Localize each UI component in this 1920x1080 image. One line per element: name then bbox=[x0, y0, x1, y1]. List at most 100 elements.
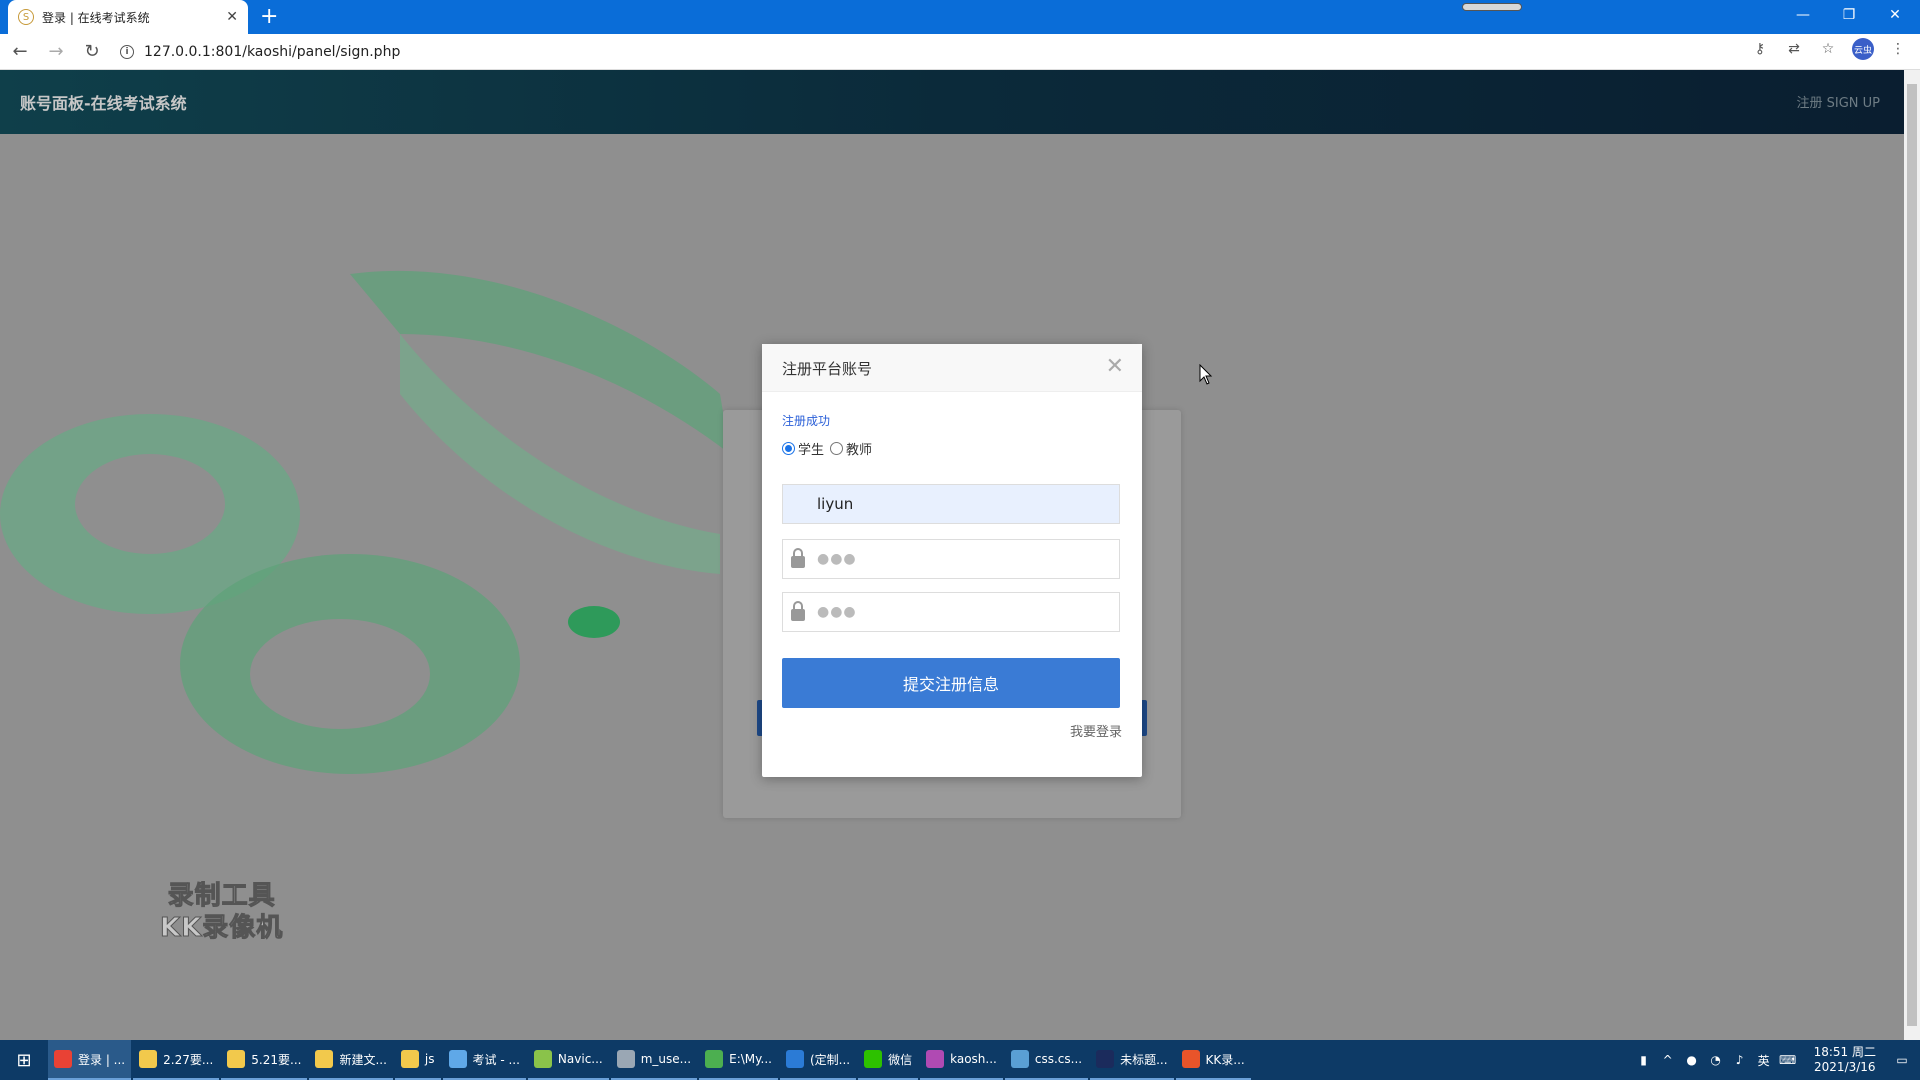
taskbar-item-label: 未标题... bbox=[1120, 1052, 1168, 1067]
taskbar-app-icon bbox=[227, 1050, 246, 1068]
site-info-icon[interactable]: i bbox=[120, 44, 134, 59]
taskbar-item[interactable]: 未标题... bbox=[1090, 1040, 1174, 1080]
menu-kebab-icon[interactable]: ⋮ bbox=[1888, 39, 1908, 59]
windows-start-icon[interactable]: ⊞ bbox=[0, 1040, 48, 1080]
site-brand[interactable]: 账号面板-在线考试系统 bbox=[20, 90, 187, 114]
password-dots: ●●● bbox=[817, 551, 857, 567]
notification-icon[interactable]: ▭ bbox=[1894, 1052, 1910, 1068]
register-modal: 注册平台账号 ✕ 注册成功 学生 教师 liyun ●●● ●●● 提交注册信息… bbox=[762, 344, 1142, 777]
password-input[interactable]: ●●● bbox=[782, 539, 1120, 579]
taskbar-item-label: 考试 - ... bbox=[472, 1052, 520, 1067]
url-text: 127.0.0.1:801/kaoshi/panel/sign.php bbox=[144, 43, 401, 60]
taskbar-item[interactable]: kaosh... bbox=[920, 1040, 1003, 1080]
modal-header: 注册平台账号 ✕ bbox=[762, 344, 1142, 392]
nav-signup-link[interactable]: 注册 SIGN UP bbox=[1796, 92, 1880, 111]
new-tab-button[interactable]: + bbox=[260, 4, 278, 30]
taskbar-app-icon bbox=[1010, 1050, 1029, 1068]
taskbar-item[interactable]: 2.27要... bbox=[133, 1040, 220, 1080]
profile-avatar[interactable]: 云虫 bbox=[1852, 38, 1874, 60]
taskbar-app-icon bbox=[864, 1050, 883, 1068]
taskbar-app-icon bbox=[315, 1050, 334, 1068]
key-icon[interactable]: ⚷ bbox=[1750, 39, 1770, 59]
reload-icon[interactable]: ↻ bbox=[76, 36, 108, 68]
submit-register-button[interactable]: 提交注册信息 bbox=[782, 658, 1120, 708]
taskbar-item-label: KK录... bbox=[1205, 1052, 1245, 1067]
taskbar-item-label: Navic... bbox=[557, 1052, 603, 1066]
taskbar-app-icon bbox=[448, 1050, 467, 1068]
taskbar-item[interactable]: KK录... bbox=[1175, 1040, 1251, 1080]
watermark-line-1: 录制工具 bbox=[167, 881, 276, 912]
taskbar-app-icon bbox=[400, 1050, 419, 1068]
browser-tab[interactable]: S 登录 | 在线考试系统 ✕ bbox=[8, 0, 248, 34]
username-input[interactable]: liyun bbox=[782, 484, 1120, 524]
close-window-button[interactable]: ✕ bbox=[1872, 0, 1918, 30]
system-clock[interactable]: 18:51 周二 2021/3/16 bbox=[1814, 1045, 1876, 1075]
minimize-button[interactable]: — bbox=[1780, 0, 1826, 30]
taskbar-item[interactable]: 登录 | ... bbox=[48, 1040, 132, 1080]
taskbar-item[interactable]: E:\My... bbox=[699, 1040, 778, 1080]
taskbar-app-icon bbox=[139, 1050, 158, 1068]
back-arrow-icon[interactable]: ← bbox=[4, 36, 36, 68]
taskbar-item-label: 新建文... bbox=[339, 1052, 387, 1067]
username-value: liyun bbox=[817, 495, 854, 513]
ime-indicator[interactable]: 英 bbox=[1756, 1052, 1772, 1068]
taskbar-item-label: 微信 bbox=[888, 1052, 913, 1067]
register-status-message: 注册成功 bbox=[782, 414, 831, 428]
taskbar-app-icon bbox=[785, 1050, 804, 1068]
taskbar-item-label: js bbox=[424, 1052, 435, 1066]
taskbar-item-label: 5.21要... bbox=[251, 1052, 302, 1067]
lock-icon bbox=[791, 601, 805, 621]
taskbar-item[interactable]: (定制... bbox=[779, 1040, 857, 1080]
tray-volume-icon[interactable]: ♪ bbox=[1732, 1052, 1748, 1068]
taskbar-app-icon bbox=[616, 1050, 635, 1068]
scrollbar-thumb[interactable] bbox=[1907, 84, 1917, 1026]
taskbar-item[interactable]: Navic... bbox=[527, 1040, 609, 1080]
keyboard-icon[interactable]: ⌨ bbox=[1779, 1052, 1796, 1068]
role-teacher-label[interactable]: 教师 bbox=[846, 439, 872, 458]
clock-time: 18:51 周二 bbox=[1813, 1045, 1876, 1059]
taskbar-item-label: E:\My... bbox=[729, 1052, 772, 1066]
tab-title: 登录 | 在线考试系统 bbox=[42, 10, 150, 25]
bookmark-star-icon[interactable]: ☆ bbox=[1818, 39, 1838, 59]
role-student-radio[interactable] bbox=[782, 442, 795, 455]
taskbar-item[interactable]: m_use... bbox=[610, 1040, 698, 1080]
site-header: 账号面板-在线考试系统 注册 SIGN UP bbox=[0, 70, 1904, 134]
taskbar-app-icon bbox=[926, 1050, 945, 1068]
taskbar-item-label: m_use... bbox=[640, 1052, 692, 1066]
tray-expand-icon[interactable]: ^ bbox=[1660, 1052, 1676, 1068]
url-field[interactable]: i 127.0.0.1:801/kaoshi/panel/sign.php bbox=[120, 44, 400, 60]
restore-button[interactable]: ❐ bbox=[1826, 0, 1872, 30]
taskbar-item[interactable]: 5.21要... bbox=[221, 1040, 308, 1080]
role-teacher-radio[interactable] bbox=[830, 442, 844, 455]
taskbar-app-icon bbox=[1096, 1050, 1115, 1068]
taskbar-item[interactable]: js bbox=[394, 1040, 441, 1080]
tray-app-icon[interactable]: ● bbox=[1684, 1052, 1700, 1068]
taskbar-items: 登录 | ... 2.27要... 5.21要... 新建文... js 考试 - ...… bbox=[48, 1040, 1253, 1080]
translate-icon[interactable]: ⇄ bbox=[1784, 39, 1804, 59]
taskbar-app-icon bbox=[705, 1050, 724, 1068]
modal-close-icon[interactable]: ✕ bbox=[1106, 354, 1124, 379]
recorder-watermark: 录制工具 KK录像机 bbox=[159, 880, 283, 944]
windows-taskbar: ⊞ 登录 | ... 2.27要... 5.21要... 新建文... js 考试 - .… bbox=[0, 1040, 1920, 1080]
taskbar-item[interactable]: css.cs... bbox=[1004, 1040, 1089, 1080]
taskbar-item-label: (定制... bbox=[809, 1052, 851, 1067]
forward-arrow-icon[interactable]: → bbox=[40, 36, 72, 68]
tray-network-icon[interactable]: ◔ bbox=[1708, 1052, 1724, 1068]
go-login-link[interactable]: 我要登录 bbox=[1070, 721, 1122, 740]
taskbar-item[interactable]: 考试 - ... bbox=[442, 1040, 526, 1080]
taskbar-item[interactable]: 新建文... bbox=[309, 1040, 393, 1080]
taskbar-item-label: 登录 | ... bbox=[78, 1052, 126, 1067]
taskbar-item[interactable]: 微信 bbox=[858, 1040, 919, 1080]
browser-tab-bar: S 登录 | 在线考试系统 ✕ + — ❐ ✕ bbox=[0, 0, 1920, 34]
taskbar-app-icon bbox=[1181, 1050, 1200, 1068]
role-student-label[interactable]: 学生 bbox=[798, 439, 824, 458]
taskbar-item-label: 2.27要... bbox=[163, 1052, 214, 1067]
address-bar-actions: ⚷ ⇄ ☆ 云虫 ⋮ bbox=[1750, 38, 1908, 60]
tray-battery-icon[interactable]: ▮ bbox=[1636, 1052, 1652, 1068]
tab-close-icon[interactable]: ✕ bbox=[226, 9, 238, 25]
confirm-password-dots: ●●● bbox=[817, 604, 857, 620]
confirm-password-input[interactable]: ●●● bbox=[782, 592, 1120, 632]
taskbar-app-icon bbox=[54, 1050, 72, 1068]
page-scrollbar[interactable] bbox=[1904, 70, 1920, 1040]
taskbar-app-icon bbox=[533, 1050, 552, 1068]
